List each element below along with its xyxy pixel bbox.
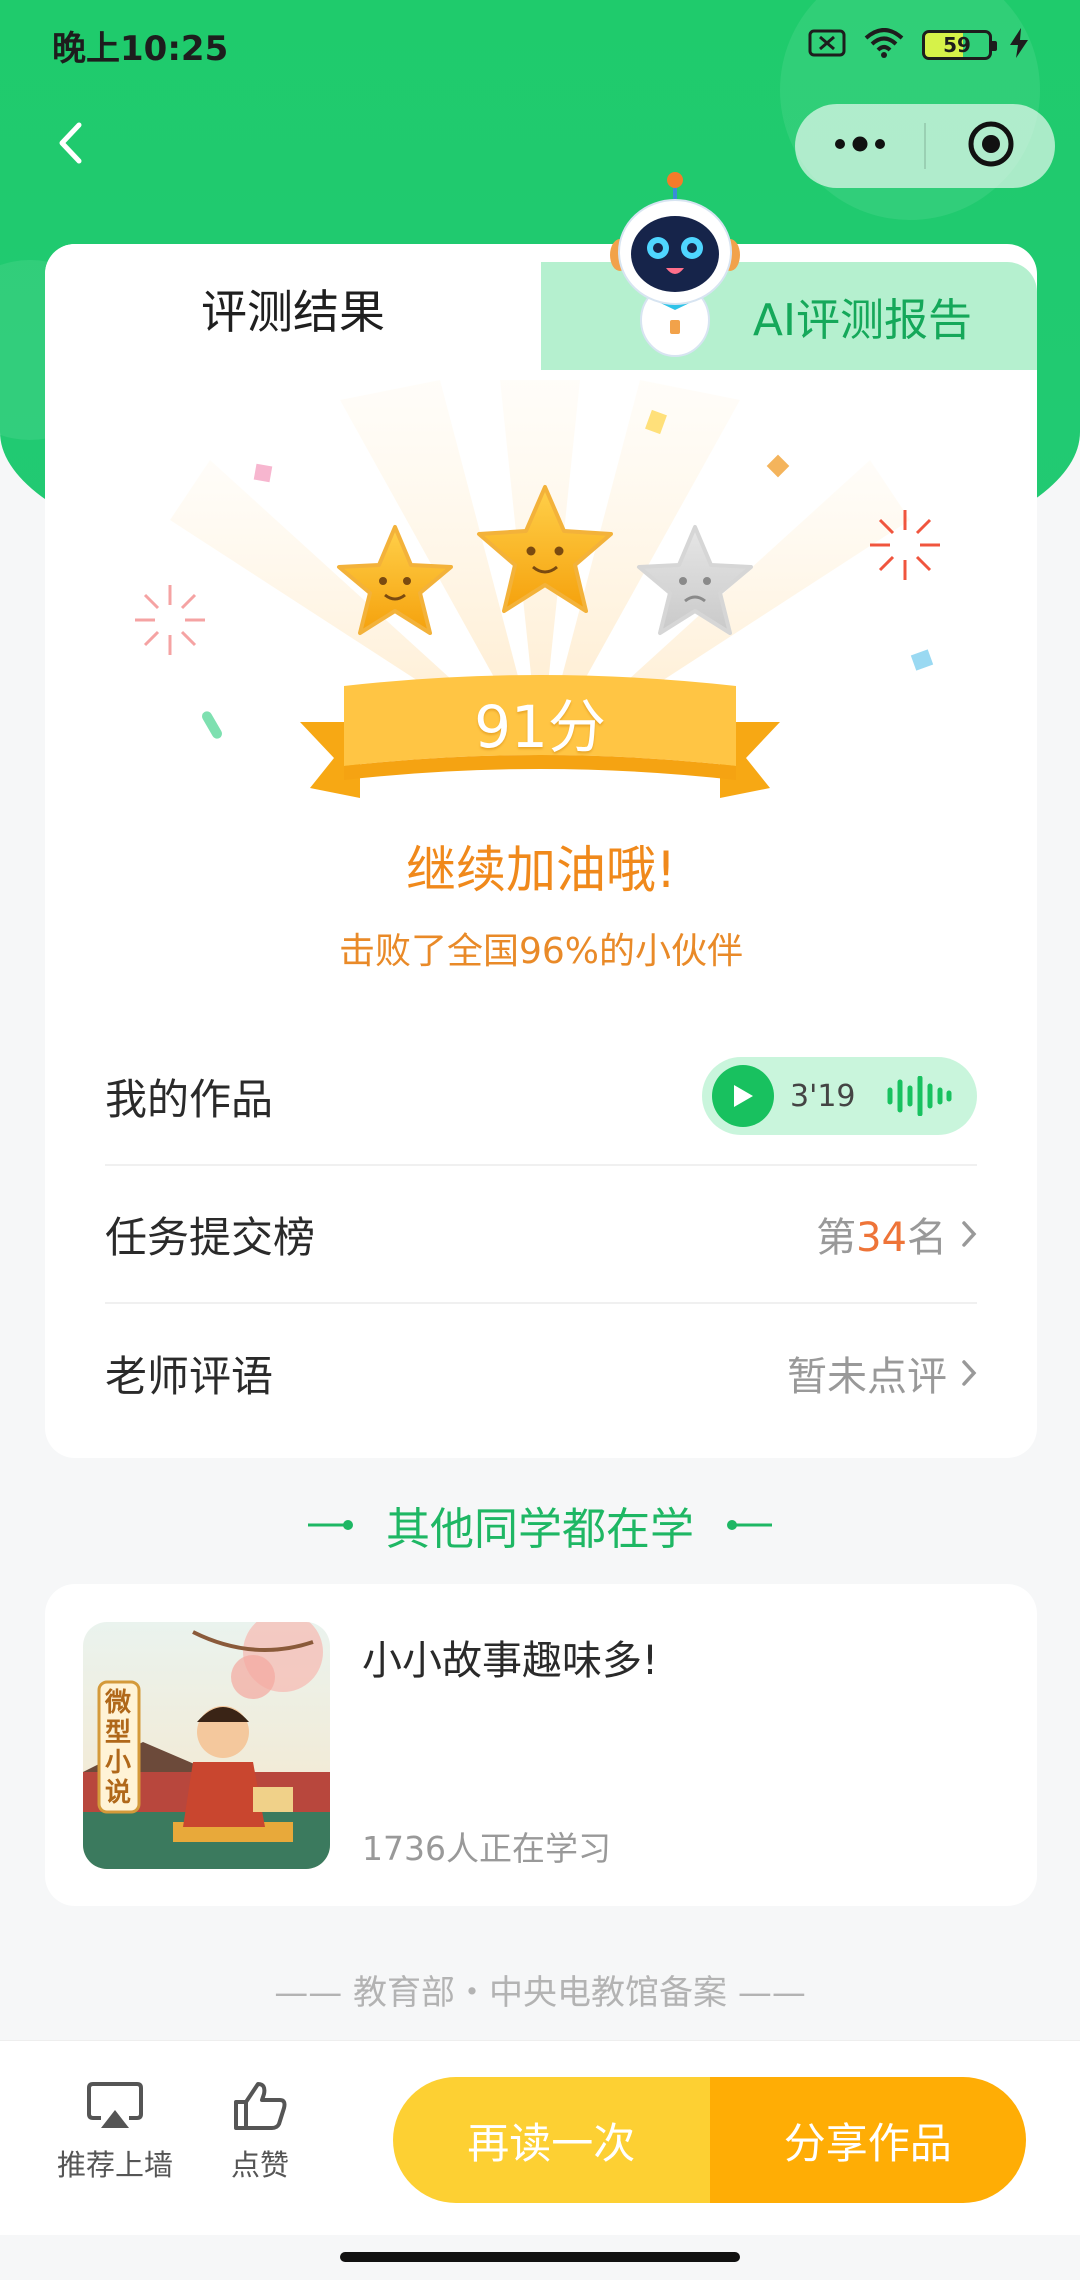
recommend-label: 推荐上墙 bbox=[56, 2148, 173, 2182]
ranking-value: 第34名 bbox=[816, 1205, 977, 1263]
others-section-title: 其他同学都在学 bbox=[0, 1490, 1080, 1560]
action-buttons: 再读一次 分享作品 bbox=[393, 2077, 1026, 2203]
status-icons: 59 bbox=[808, 28, 1028, 62]
course-learner-count: 1736人正在学习 bbox=[362, 1829, 611, 1868]
ranking-label: 任务提交榜 bbox=[105, 1212, 316, 1262]
star-empty-icon bbox=[637, 525, 753, 635]
teacher-comment-label: 老师评语 bbox=[105, 1351, 274, 1401]
row-ranking[interactable]: 任务提交榜 第34名 bbox=[105, 1166, 977, 1304]
star-earned-1-icon bbox=[337, 525, 453, 635]
chevron-right-icon bbox=[962, 1360, 977, 1386]
play-button[interactable] bbox=[712, 1065, 774, 1127]
firework-left-icon bbox=[135, 585, 205, 655]
more-button[interactable] bbox=[795, 104, 924, 188]
close-miniprogram-button[interactable] bbox=[926, 104, 1055, 188]
score-value: 91分 bbox=[474, 693, 606, 761]
footer-dash-right: —— bbox=[737, 1973, 806, 2013]
share-button[interactable]: 分享作品 bbox=[709, 2077, 1026, 2203]
beat-percentage-text: 击败了全国96%的小伙伴 bbox=[338, 931, 744, 972]
chevron-right-icon bbox=[962, 1221, 977, 1247]
battery-level: 59 bbox=[943, 33, 971, 57]
reread-button[interactable]: 再读一次 bbox=[393, 2077, 710, 2203]
screencast-icon bbox=[87, 2082, 143, 2128]
status-bar: 晚上10:25 59 bbox=[0, 0, 1080, 90]
tab-result[interactable]: 评测结果 bbox=[45, 244, 541, 374]
confetti-pink bbox=[253, 463, 273, 483]
home-indicator[interactable] bbox=[340, 2252, 740, 2262]
rank-number: 34 bbox=[856, 1215, 907, 1261]
tab-result-label: 评测结果 bbox=[201, 285, 385, 339]
recommend-button[interactable]: 推荐上墙 bbox=[45, 2080, 185, 2210]
others-title-text: 其他同学都在学 bbox=[386, 1504, 694, 1555]
star-earned-2-icon bbox=[477, 485, 613, 613]
more-dots-icon bbox=[832, 134, 888, 158]
tab-ai-report-label: AI评测报告 bbox=[752, 295, 972, 346]
thumbs-up-icon bbox=[234, 2082, 287, 2130]
rank-prefix: 第 bbox=[816, 1215, 857, 1261]
teacher-comment-status: 暂未点评 bbox=[787, 1354, 947, 1400]
reread-label: 再读一次 bbox=[467, 2118, 636, 2168]
like-button[interactable]: 点赞 bbox=[190, 2080, 330, 2210]
sound-wave-icon bbox=[887, 1076, 952, 1116]
my-work-label: 我的作品 bbox=[105, 1074, 274, 1124]
sim-off-icon bbox=[808, 29, 846, 61]
footer-note-text: 教育部・中央电教馆备案 bbox=[353, 1973, 727, 2013]
chevron-left-icon bbox=[57, 121, 83, 169]
footer-record-note: —— 教育部・中央电教馆备案 —— bbox=[0, 1965, 1080, 2014]
back-button[interactable] bbox=[40, 115, 100, 175]
course-thumbnail[interactable]: 微型小说 bbox=[83, 1622, 330, 1869]
miniprogram-capsule bbox=[795, 104, 1055, 188]
charging-icon bbox=[1010, 28, 1028, 62]
row-teacher-comment[interactable]: 老师评语 暂未点评 bbox=[105, 1304, 977, 1442]
footer-dash-left: —— bbox=[274, 1973, 353, 2013]
teacher-comment-value: 暂未点评 bbox=[787, 1344, 977, 1402]
title-deco-right-icon bbox=[727, 1520, 772, 1530]
wifi-icon bbox=[864, 28, 904, 62]
audio-player[interactable]: 3'19 bbox=[702, 1057, 977, 1135]
battery-icon: 59 bbox=[922, 30, 997, 60]
rank-suffix: 名 bbox=[907, 1215, 947, 1261]
course-thumb-badge: 微型小说 bbox=[104, 1688, 131, 1808]
target-icon bbox=[966, 119, 1016, 173]
audio-duration: 3'19 bbox=[790, 1078, 856, 1114]
like-label: 点赞 bbox=[230, 2148, 289, 2182]
title-deco-left-icon bbox=[308, 1520, 353, 1530]
course-title[interactable]: 小小故事趣味多! bbox=[362, 1628, 658, 1686]
play-icon bbox=[734, 1085, 753, 1107]
firework-right-icon bbox=[870, 510, 940, 580]
status-time: 晚上10:25 bbox=[52, 28, 229, 69]
robot-mascot-icon bbox=[610, 172, 740, 357]
score-stars bbox=[337, 485, 753, 635]
cheer-text: 继续加油哦! bbox=[405, 841, 677, 899]
row-my-work: 我的作品 3'19 bbox=[105, 1028, 977, 1166]
share-label: 分享作品 bbox=[783, 2118, 952, 2168]
